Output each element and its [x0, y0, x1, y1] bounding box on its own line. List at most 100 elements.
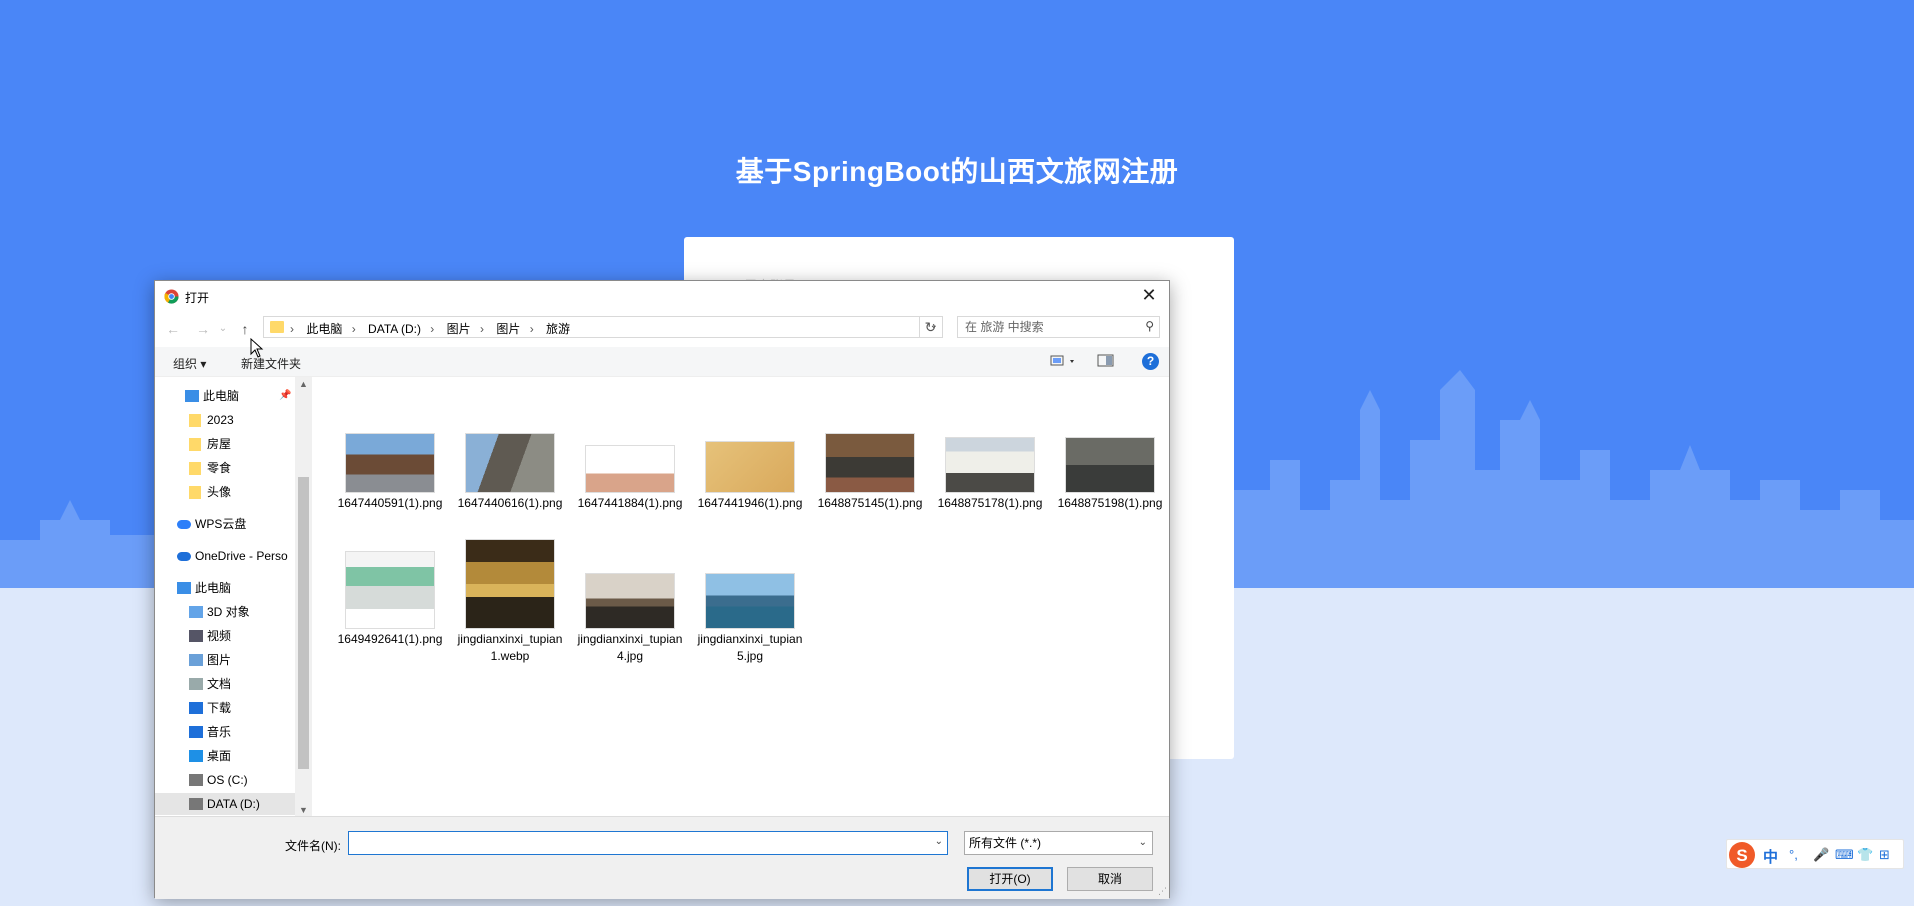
ime-toolbar: S 中 °, 🎤 ⌨ 👕 ⊞ — [1726, 839, 1904, 869]
breadcrumb: › 此电脑 › DATA (D:) › 图片 › 图片 › 旅游 — [290, 322, 571, 336]
documents-icon — [189, 678, 203, 690]
resize-grip-icon[interactable]: ⋰ — [1158, 886, 1167, 897]
sidebar-item[interactable]: 文档 — [155, 673, 295, 695]
file-name: jingdianxinxi_tupian5.jpg — [697, 632, 803, 663]
file-thumbnail — [825, 433, 915, 493]
file-item[interactable]: 1647441946(1).png — [695, 401, 805, 512]
file-item[interactable]: 1649492641(1).png — [335, 537, 445, 648]
sidebar-item-label: 此电脑 — [195, 581, 232, 595]
file-item[interactable]: jingdianxinxi_tupian1.webp — [455, 537, 565, 665]
sidebar-item[interactable]: 此电脑 — [155, 577, 295, 599]
filetype-value: 所有文件 (*.*) — [969, 836, 1042, 850]
organize-menu[interactable]: 组织 ▾ — [173, 355, 206, 372]
sidebar-item[interactable]: WPS云盘 — [155, 513, 295, 535]
navigation-pane: 此电脑 📌 2023 房屋零食头像 WPS云盘 OneDrive - Perso 此电脑 3D… — [155, 377, 295, 817]
sidebar-item-label: 房屋 — [207, 437, 232, 451]
scroll-up-icon[interactable]: ▲ — [299, 379, 308, 389]
open-file-dialog: 打开 ✕ ← → ⌄ ↑ › 此电脑 › DATA (D:) › 图片 › 图片… — [154, 280, 1170, 899]
chrome-icon — [164, 289, 179, 304]
file-thumbnail — [705, 441, 795, 493]
file-item[interactable]: 1647440616(1).png — [455, 401, 565, 512]
microphone-icon[interactable]: 🎤 — [1813, 847, 1829, 863]
sidebar-item[interactable]: 桌面 — [155, 745, 295, 767]
file-name: 1647441946(1).png — [697, 496, 803, 510]
sidebar-item[interactable]: 下载 — [155, 697, 295, 719]
language-toggle[interactable]: 中 — [1763, 846, 1778, 867]
command-toolbar: 组织 ▾ 新建文件夹 ? — [155, 347, 1169, 377]
sidebar-item-label: 下载 — [207, 701, 232, 715]
search-input[interactable] — [958, 317, 1128, 337]
keyboard-icon[interactable]: ⌨ — [1835, 847, 1854, 863]
help-icon[interactable]: ? — [1142, 353, 1159, 370]
sidebar-item[interactable]: 此电脑 📌 — [155, 385, 295, 407]
sidebar-item[interactable]: 房屋 — [155, 433, 295, 455]
filename-input[interactable]: ⌄ — [348, 831, 948, 855]
folder-icon — [189, 486, 201, 499]
file-thumbnail — [585, 573, 675, 629]
back-icon[interactable]: ← — [163, 320, 183, 338]
cancel-button[interactable]: 取消 — [1067, 867, 1153, 891]
search-box[interactable]: ⚲ — [957, 316, 1160, 338]
sidebar-item-label: 零食 — [207, 461, 232, 475]
forward-icon[interactable]: → — [193, 320, 213, 338]
filename-label: 文件名(N): — [285, 839, 341, 853]
open-button[interactable]: 打开(O) — [967, 867, 1053, 891]
breadcrumb-item[interactable]: 旅游 — [546, 322, 570, 336]
dialog-title: 打开 — [185, 291, 210, 305]
file-item[interactable]: jingdianxinxi_tupian4.jpg — [575, 537, 685, 665]
punctuation-icon[interactable]: °, — [1789, 847, 1798, 862]
file-name: 1648875145(1).png — [817, 496, 923, 510]
sidebar-item-label: DATA (D:) — [207, 797, 260, 811]
breadcrumb-item[interactable]: DATA (D:) — [368, 322, 421, 336]
address-bar[interactable]: › 此电脑 › DATA (D:) › 图片 › 图片 › 旅游 ⌄ — [263, 316, 943, 338]
search-icon: ⚲ — [1145, 319, 1154, 333]
download-icon — [189, 702, 203, 714]
computer-icon — [177, 582, 191, 594]
file-name: 1648875198(1).png — [1057, 496, 1163, 510]
toolbox-icon[interactable]: ⊞ — [1879, 847, 1890, 863]
file-item[interactable]: 1648875145(1).png — [815, 401, 925, 512]
sidebar-item[interactable]: 零食 — [155, 457, 295, 479]
file-item[interactable]: 1648875198(1).png — [1055, 401, 1165, 512]
recent-locations-icon[interactable]: ⌄ — [217, 320, 229, 338]
skin-icon[interactable]: 👕 — [1857, 847, 1873, 863]
sidebar-item[interactable]: 音乐 — [155, 721, 295, 743]
sidebar-item[interactable]: 2023 — [155, 409, 295, 431]
breadcrumb-item[interactable]: 此电脑 — [306, 322, 342, 336]
sidebar-scrollbar[interactable]: ▲ ▼ — [295, 377, 312, 817]
scroll-down-icon[interactable]: ▼ — [299, 805, 308, 815]
cloud-icon — [177, 520, 191, 529]
sidebar-item-label: 音乐 — [207, 725, 232, 739]
close-button[interactable]: ✕ — [1129, 281, 1169, 311]
sidebar-item[interactable]: OneDrive - Perso — [155, 545, 295, 567]
sidebar-item[interactable]: 头像 — [155, 481, 295, 503]
file-item[interactable]: jingdianxinxi_tupian5.jpg — [695, 537, 805, 665]
view-options-icon[interactable] — [1050, 354, 1078, 368]
sidebar-item-label: 文档 — [207, 677, 232, 691]
file-name: 1647440616(1).png — [457, 496, 563, 510]
sidebar-item-label: WPS云盘 — [195, 517, 247, 531]
file-item[interactable]: 1648875178(1).png — [935, 401, 1045, 512]
filetype-select[interactable]: 所有文件 (*.*) ⌄ — [964, 831, 1153, 855]
file-item[interactable]: 1647440591(1).png — [335, 401, 445, 512]
sidebar-item[interactable]: 视频 — [155, 625, 295, 647]
file-name: 1647440591(1).png — [337, 496, 443, 510]
file-thumbnail — [345, 433, 435, 493]
sogou-logo-icon[interactable]: S — [1727, 840, 1757, 870]
file-item[interactable]: 1647441884(1).png — [575, 401, 685, 512]
preview-pane-icon[interactable] — [1097, 354, 1115, 368]
breadcrumb-item[interactable]: 图片 — [447, 322, 471, 336]
refresh-icon[interactable]: ↻ — [919, 316, 941, 338]
sidebar-item[interactable]: OS (C:) — [155, 769, 295, 791]
breadcrumb-item[interactable]: 图片 — [496, 322, 520, 336]
chevron-down-icon[interactable]: ⌄ — [935, 836, 943, 847]
pictures-icon — [189, 654, 203, 666]
sidebar-item-label: OneDrive - Perso — [195, 549, 288, 563]
scrollbar-thumb[interactable] — [298, 477, 309, 769]
sidebar-item[interactable]: 图片 — [155, 649, 295, 671]
sidebar-item[interactable]: DATA (D:) — [155, 793, 295, 815]
sidebar-item[interactable]: 3D 对象 — [155, 601, 295, 623]
up-icon[interactable]: ↑ — [235, 320, 255, 338]
sidebar-item-label: 桌面 — [207, 749, 232, 763]
sidebar-item-label: 2023 — [207, 413, 234, 427]
